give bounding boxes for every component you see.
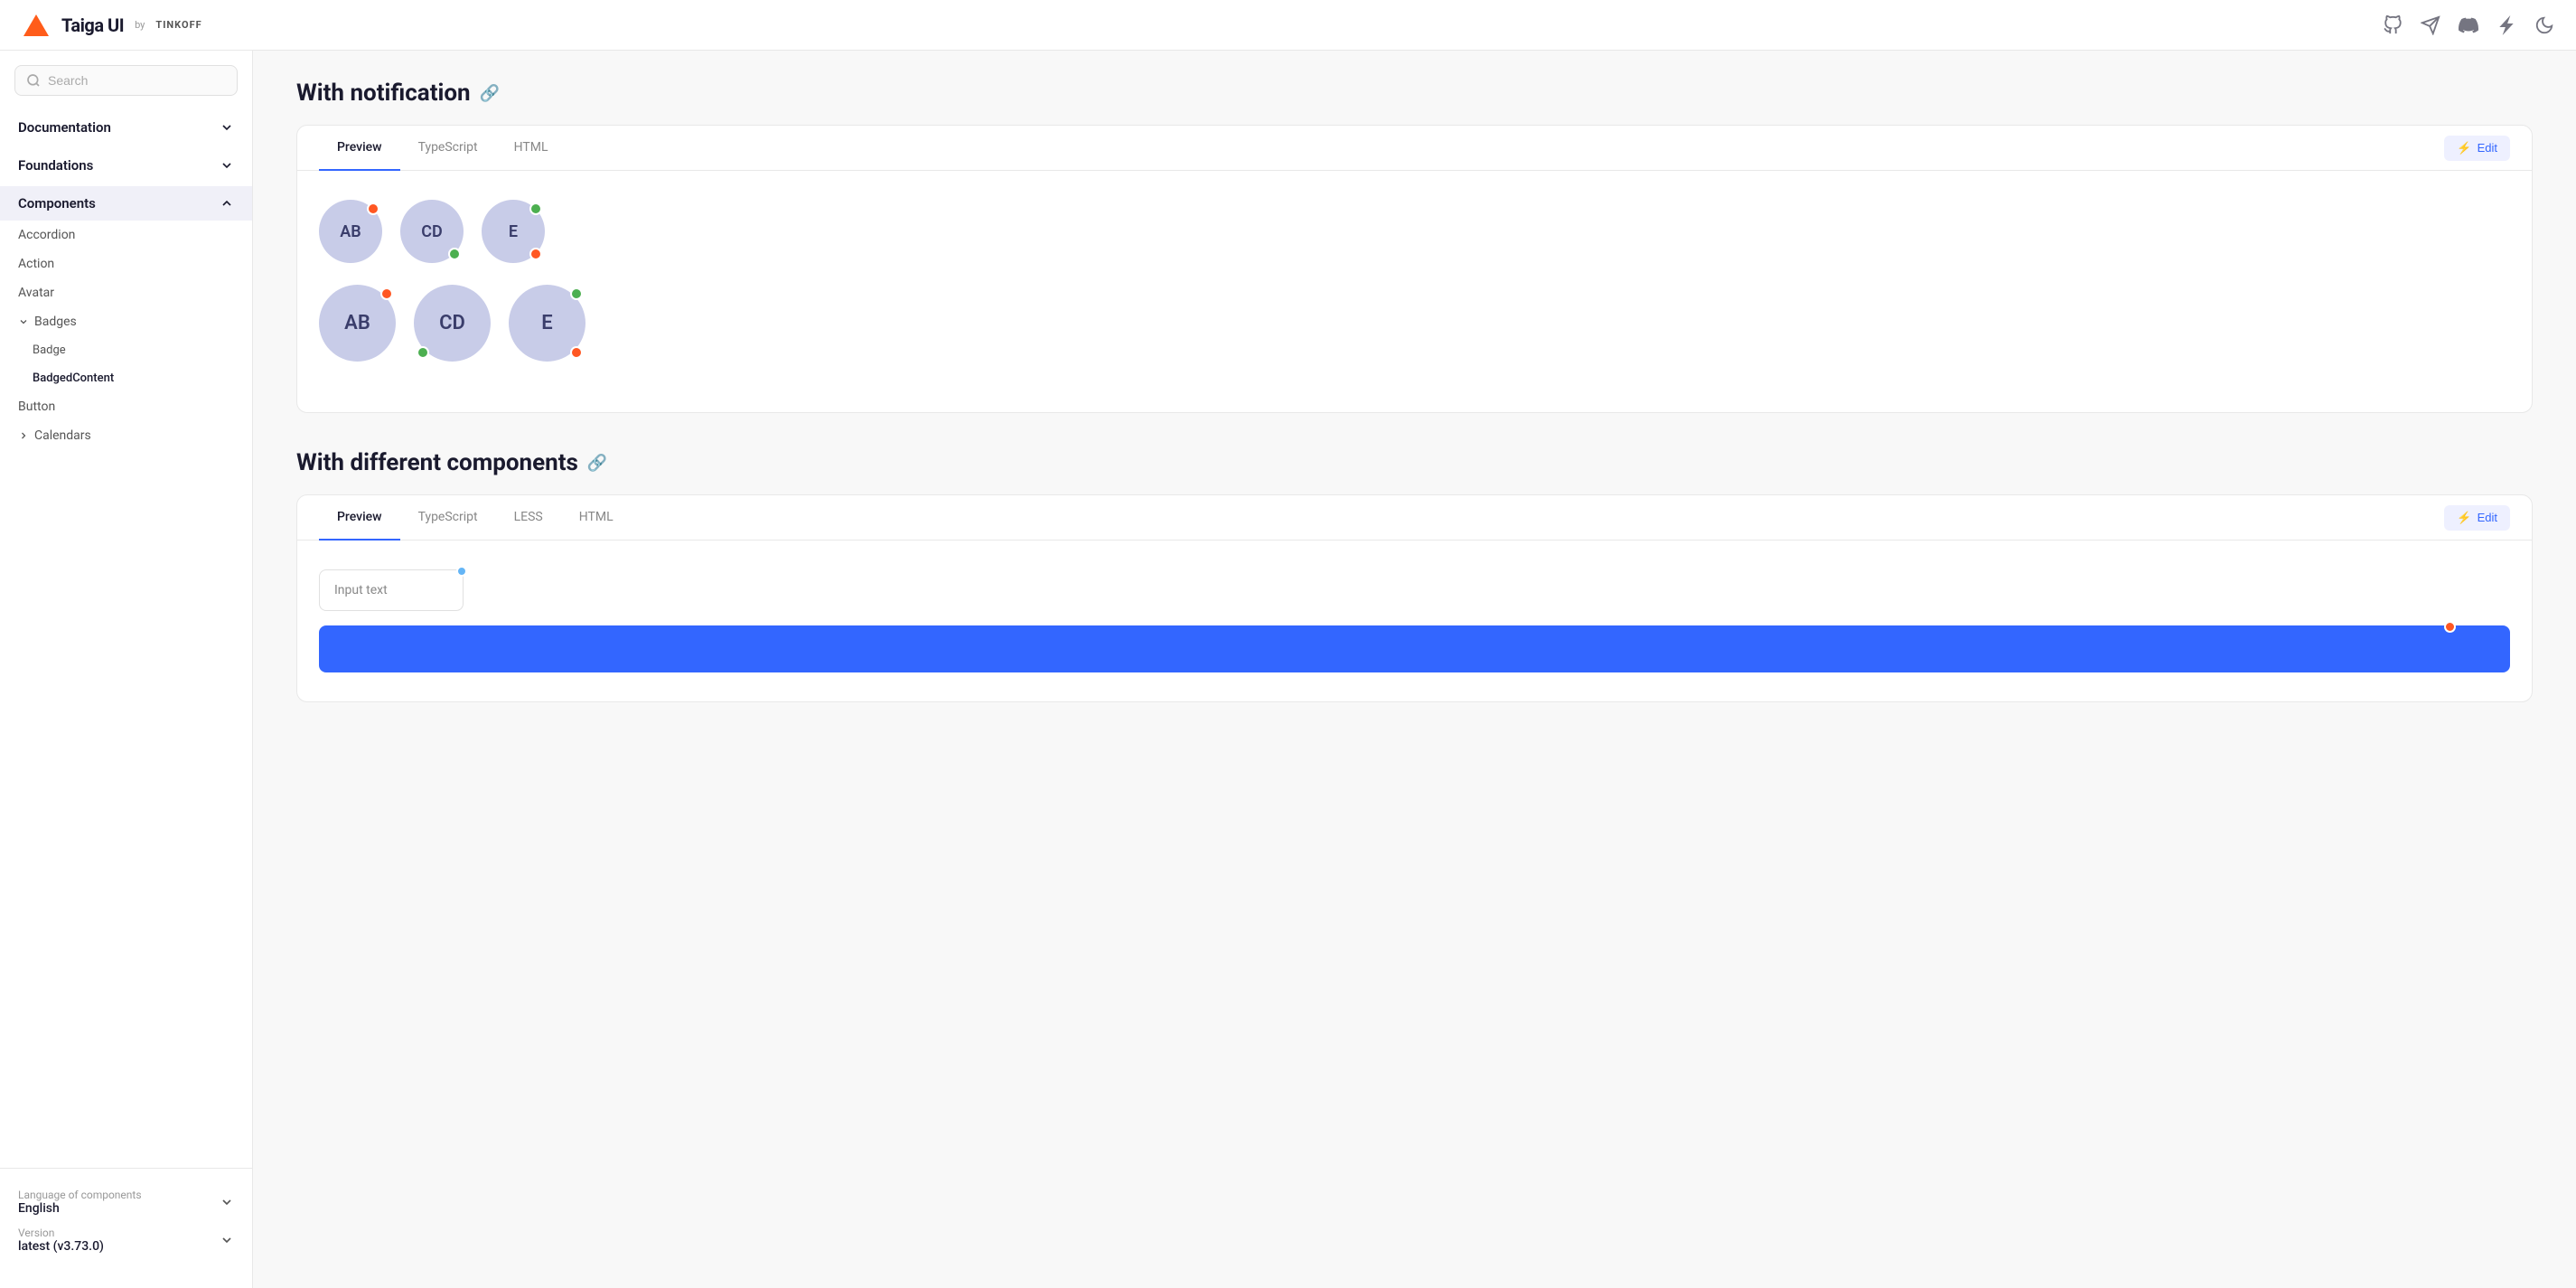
badge-orange-top	[367, 202, 379, 215]
language-selector[interactable]: Language of components English	[18, 1183, 234, 1221]
tab-html-1[interactable]: HTML	[496, 126, 567, 171]
nav-section-foundations: Foundations	[0, 148, 252, 183]
search-icon	[26, 73, 41, 88]
section2-tab-list: Preview TypeScript LESS HTML	[319, 495, 632, 540]
telegram-icon[interactable]	[2421, 15, 2440, 35]
section1-anchor-icon[interactable]: 🔗	[480, 84, 500, 103]
avatar-ab-1: AB	[319, 200, 382, 263]
section2-preview: Input text	[297, 541, 2532, 701]
section2-title: With different components 🔗	[296, 449, 2533, 476]
section1-tab-list: Preview TypeScript HTML	[319, 126, 567, 170]
nav-group-badges[interactable]: Badges	[0, 307, 252, 336]
chevron-down-small-icon	[18, 316, 29, 327]
tab-typescript-2[interactable]: TypeScript	[400, 495, 496, 541]
section2-tabs: Preview TypeScript LESS HTML ⚡ Edit	[297, 495, 2532, 541]
discord-icon[interactable]	[2459, 15, 2478, 35]
tab-typescript-1[interactable]: TypeScript	[400, 126, 496, 171]
tab-html-2[interactable]: HTML	[561, 495, 632, 541]
chevron-down-icon	[220, 158, 234, 173]
avatar-cd-1: CD	[400, 200, 464, 263]
section1-preview: AB CD E	[297, 171, 2532, 412]
edit-button-2[interactable]: ⚡ Edit	[2444, 505, 2510, 531]
edit-bolt-icon-2: ⚡	[2457, 511, 2471, 525]
version-chevron-icon	[220, 1233, 234, 1247]
tab-preview-1[interactable]: Preview	[319, 126, 400, 171]
nav-group-calendars[interactable]: Calendars	[0, 421, 252, 450]
edit-bolt-icon: ⚡	[2457, 141, 2471, 155]
nav-item-button[interactable]: Button	[0, 392, 252, 421]
nav-item-badge[interactable]: Badge	[0, 336, 252, 364]
avatar-e-1: E	[482, 200, 545, 263]
section2-card: Preview TypeScript LESS HTML ⚡ Edit Inpu…	[296, 494, 2533, 702]
nav-section-documentation: Documentation	[0, 110, 252, 145]
nav-components[interactable]: Components	[0, 186, 252, 221]
nav-documentation[interactable]: Documentation	[0, 110, 252, 145]
search-box[interactable]	[14, 65, 238, 96]
darkmode-icon[interactable]	[2534, 15, 2554, 35]
avatar-ab-2: AB	[319, 285, 396, 362]
main-layout: Documentation Foundations Components	[0, 51, 2576, 1288]
stackblitz-icon[interactable]	[2496, 15, 2516, 35]
edit-button-1[interactable]: ⚡ Edit	[2444, 136, 2510, 161]
avatar-e-2: E	[509, 285, 585, 362]
badge-green-bottom-lg	[417, 346, 429, 359]
avatar-row-2: AB CD E	[319, 285, 2510, 362]
logo-by-text: by	[135, 19, 145, 31]
nav-item-avatar[interactable]: Avatar	[0, 278, 252, 307]
input-badge	[456, 566, 467, 577]
chevron-down-icon	[220, 120, 234, 135]
app-name: Taiga UI	[61, 14, 124, 36]
input-demo[interactable]: Input text	[319, 569, 464, 611]
header-actions	[2383, 15, 2554, 35]
version-selector[interactable]: Version latest (v3.73.0)	[18, 1221, 234, 1259]
badge-orange-top-lg	[380, 287, 393, 300]
sidebar-footer: Language of components English Version l…	[0, 1168, 252, 1274]
logo-brand: TINKOFF	[155, 19, 201, 31]
action-bar-demo	[319, 625, 2510, 672]
nav-foundations[interactable]: Foundations	[0, 148, 252, 183]
section1-card: Preview TypeScript HTML ⚡ Edit AB	[296, 125, 2533, 413]
logo-area: Taiga UI by TINKOFF	[22, 11, 202, 40]
tab-preview-2[interactable]: Preview	[319, 495, 400, 541]
tab-less-2[interactable]: LESS	[496, 495, 561, 541]
avatar-row-1: AB CD E	[319, 200, 2510, 263]
badge-green-top-lg	[570, 287, 583, 300]
badge-green-top	[529, 202, 542, 215]
section1-title: With notification 🔗	[296, 80, 2533, 107]
section1-tabs: Preview TypeScript HTML ⚡ Edit	[297, 126, 2532, 171]
badge-orange-bottom	[529, 248, 542, 260]
nav-item-badged-content[interactable]: BadgedContent	[0, 364, 252, 392]
nav-item-accordion[interactable]: Accordion	[0, 221, 252, 249]
nav-section-components: Components Accordion Action Avatar Badge…	[0, 186, 252, 450]
sidebar: Documentation Foundations Components	[0, 51, 253, 1288]
language-chevron-icon	[220, 1195, 234, 1209]
search-input[interactable]	[48, 73, 226, 88]
action-badge	[2444, 621, 2456, 633]
badge-orange-bottom-lg	[570, 346, 583, 359]
github-icon[interactable]	[2383, 15, 2403, 35]
nav-item-action[interactable]: Action	[0, 249, 252, 278]
section2-anchor-icon[interactable]: 🔗	[587, 454, 607, 473]
main-content: With notification 🔗 Preview TypeScript H…	[253, 51, 2576, 1288]
app-header: Taiga UI by TINKOFF	[0, 0, 2576, 51]
avatar-cd-2: CD	[414, 285, 491, 362]
badge-green-bottom	[448, 248, 461, 260]
input-badge-wrapper: Input text	[319, 569, 464, 611]
taiga-logo-icon	[22, 11, 51, 40]
chevron-up-icon	[220, 196, 234, 211]
chevron-right-small-icon	[18, 430, 29, 441]
